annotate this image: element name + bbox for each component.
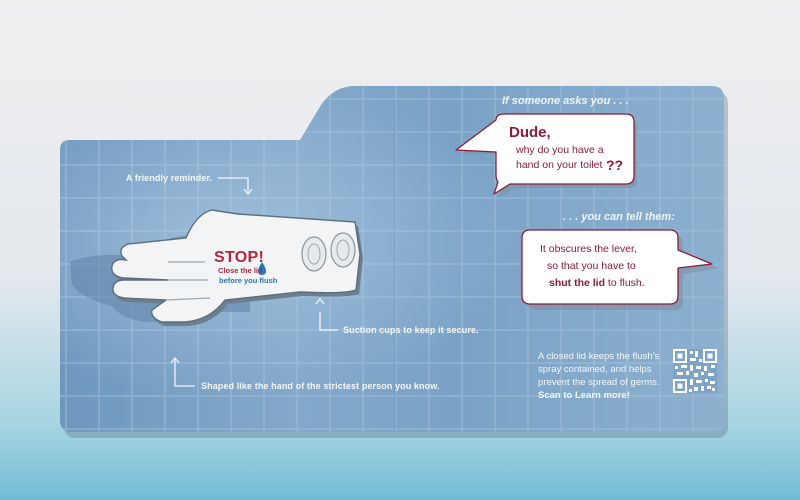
bubble2-line1: It obscures the lever, bbox=[540, 243, 637, 255]
card-photo: A friendly reminder. Suction cups to kee… bbox=[0, 0, 800, 500]
info-line: spray contained, and helps bbox=[538, 364, 652, 375]
before-flush-label: before you flush bbox=[219, 276, 278, 285]
asks-heading: If someone asks you . . . bbox=[502, 95, 629, 107]
stop-label: STOP! bbox=[214, 249, 265, 266]
bubble2-bold-phrase: shut the lid bbox=[549, 277, 605, 289]
bubble2-rest: to flush. bbox=[605, 277, 645, 289]
bubble1-question-marks: ?? bbox=[606, 157, 624, 173]
reminder-caption: A friendly reminder. bbox=[126, 173, 213, 183]
bubble1-line2: why do you have a bbox=[516, 144, 604, 156]
suction-caption: Suction cups to keep it secure. bbox=[343, 325, 479, 335]
qr-code-icon bbox=[673, 349, 717, 393]
info-cta: Scan to Learn more! bbox=[538, 390, 630, 401]
shape-caption: Shaped like the hand of the strictest pe… bbox=[201, 381, 440, 391]
bubble2-line3: shut the lid to flush. bbox=[549, 277, 645, 289]
info-line: A closed lid keeps the flush’s bbox=[538, 351, 660, 362]
close-lid-label: Close the lid bbox=[218, 266, 263, 275]
bubble1-line3: hand on your toilet bbox=[516, 159, 603, 171]
info-paragraph: A closed lid keeps the flush’s spray con… bbox=[538, 350, 659, 402]
info-line: prevent the spread of germs. bbox=[538, 377, 660, 388]
bubble2-line2: so that you have to bbox=[547, 260, 636, 272]
folded-card-board bbox=[60, 86, 728, 438]
tell-heading: . . . you can tell them: bbox=[563, 211, 675, 223]
bubble1-line1: Dude, bbox=[509, 124, 551, 141]
